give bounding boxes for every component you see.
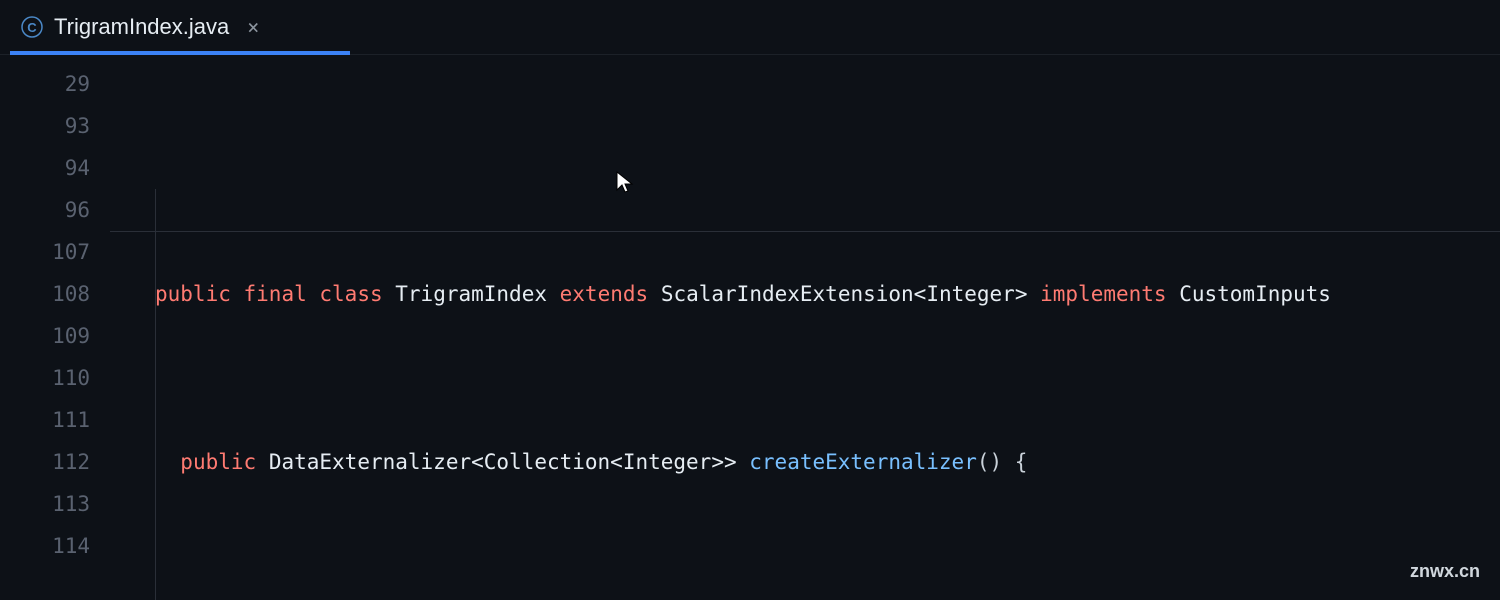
tab-active[interactable]: C TrigramIndex.java × <box>0 0 279 54</box>
line-number: 96 <box>0 189 90 231</box>
line-number: 93 <box>0 105 90 147</box>
watermark: znwx.cn <box>1410 561 1480 582</box>
line-number: 109 <box>0 315 90 357</box>
line-number: 112 <box>0 441 90 483</box>
mouse-cursor-icon <box>615 170 635 196</box>
code-line[interactable]: public final class TrigramIndex extends … <box>110 273 1500 315</box>
line-number: 108 <box>0 273 90 315</box>
code-editor[interactable]: 29 93 94 96 107 108 109 110 111 112 113 … <box>0 55 1500 600</box>
line-number: 111 <box>0 399 90 441</box>
line-number: 29 <box>0 63 90 105</box>
sticky-header-divider <box>110 231 1500 232</box>
tab-title: TrigramIndex.java <box>54 14 229 40</box>
line-number: 113 <box>0 483 90 525</box>
line-number: 94 <box>0 147 90 189</box>
java-class-icon: C <box>20 15 44 39</box>
indent-guide <box>155 189 156 600</box>
svg-text:C: C <box>27 20 37 35</box>
line-number: 114 <box>0 525 90 567</box>
code-area[interactable]: public final class TrigramIndex extends … <box>110 55 1500 600</box>
code-line[interactable]: public DataExternalizer<Collection<Integ… <box>110 441 1500 483</box>
line-number: 110 <box>0 357 90 399</box>
tab-bar: C TrigramIndex.java × <box>0 0 1500 55</box>
line-number-gutter: 29 93 94 96 107 108 109 110 111 112 113 … <box>0 55 110 600</box>
close-icon[interactable]: × <box>247 15 259 39</box>
line-number <box>0 567 90 600</box>
line-number: 107 <box>0 231 90 273</box>
